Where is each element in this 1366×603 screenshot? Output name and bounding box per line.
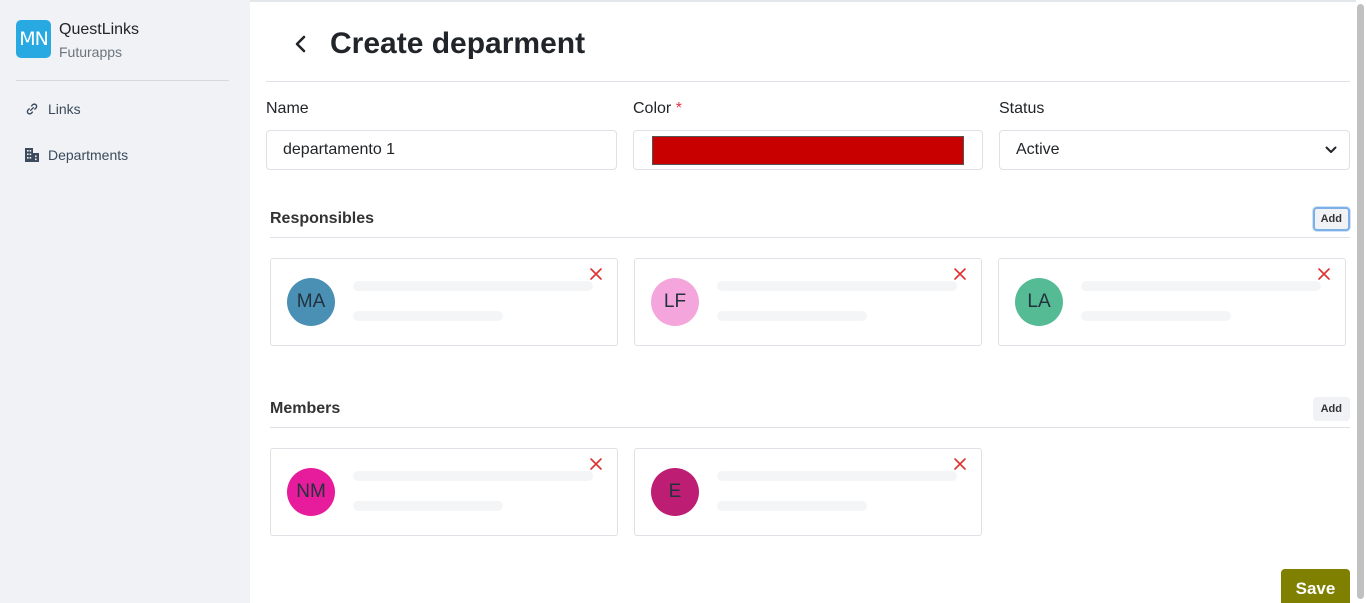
scrollbar[interactable] bbox=[1356, 0, 1366, 603]
close-icon[interactable] bbox=[589, 267, 603, 281]
redacted-name bbox=[353, 471, 593, 481]
responsible-card: MA bbox=[270, 258, 618, 346]
main-content: Create deparment Name departamento 1 Col… bbox=[266, 0, 1350, 603]
brand-name: QuestLinks bbox=[59, 21, 140, 38]
status-label: Status bbox=[999, 100, 1045, 117]
avatar: MA bbox=[287, 278, 335, 326]
back-button[interactable] bbox=[281, 24, 321, 64]
responsibles-title: Responsibles bbox=[270, 210, 375, 227]
page-header: Create deparment bbox=[266, 22, 585, 66]
brand-org: Futurapps bbox=[59, 44, 123, 60]
sidebar-item-label: Departments bbox=[48, 147, 129, 163]
header-divider bbox=[266, 81, 1350, 82]
avatar: E bbox=[651, 468, 699, 516]
sidebar-item-label: Links bbox=[48, 101, 81, 117]
status-select[interactable]: Active bbox=[999, 130, 1350, 170]
members-header: Members Add bbox=[270, 396, 1350, 422]
close-icon[interactable] bbox=[1317, 267, 1331, 281]
sidebar-item-departments[interactable]: Departments bbox=[24, 147, 128, 163]
member-card: NM bbox=[270, 448, 618, 536]
avatar: NM bbox=[287, 468, 335, 516]
member-card: E bbox=[634, 448, 982, 536]
close-icon[interactable] bbox=[953, 457, 967, 471]
name-input[interactable]: departamento 1 bbox=[266, 130, 617, 170]
status-field-group: Status Active bbox=[999, 100, 1350, 170]
brand-logo: MN bbox=[16, 20, 51, 58]
responsible-card: LF bbox=[634, 258, 982, 346]
redacted-name bbox=[353, 281, 593, 291]
members-title: Members bbox=[270, 400, 341, 417]
scrollbar-thumb[interactable] bbox=[1357, 4, 1364, 599]
chevron-left-icon bbox=[295, 35, 306, 53]
redacted-email bbox=[717, 311, 867, 321]
members-divider bbox=[270, 427, 1350, 428]
brand[interactable]: MN QuestLinks Futurapps bbox=[16, 20, 139, 64]
add-responsible-button[interactable]: Add bbox=[1312, 207, 1350, 231]
avatar: LF bbox=[651, 278, 699, 326]
responsibles-header: Responsibles Add bbox=[270, 206, 1350, 232]
avatar: LA bbox=[1015, 278, 1063, 326]
color-label: Color * bbox=[633, 100, 983, 118]
color-label-text: Color bbox=[633, 100, 672, 117]
link-icon bbox=[24, 101, 40, 117]
responsible-card: LA bbox=[998, 258, 1346, 346]
page-title: Create deparment bbox=[330, 27, 586, 60]
name-label: Name bbox=[266, 100, 309, 117]
redacted-email bbox=[353, 501, 503, 511]
redacted-email bbox=[717, 501, 867, 511]
sidebar: MN QuestLinks Futurapps Links Department… bbox=[0, 0, 250, 603]
redacted-email bbox=[353, 311, 503, 321]
responsibles-divider bbox=[270, 237, 1350, 238]
status-select-value: Active bbox=[1016, 141, 1060, 158]
color-picker[interactable] bbox=[633, 130, 983, 170]
add-member-button[interactable]: Add bbox=[1312, 397, 1350, 421]
brand-text: QuestLinks Futurapps bbox=[59, 20, 139, 64]
required-mark: * bbox=[675, 100, 682, 117]
redacted-name bbox=[1081, 281, 1321, 291]
sidebar-divider bbox=[16, 80, 229, 81]
name-field-group: Name departamento 1 bbox=[266, 100, 617, 170]
color-field-group: Color * bbox=[633, 100, 983, 170]
close-icon[interactable] bbox=[953, 267, 967, 281]
chevron-down-icon bbox=[1325, 146, 1337, 153]
save-button[interactable]: Save bbox=[1281, 569, 1350, 603]
redacted-name bbox=[717, 281, 957, 291]
redacted-email bbox=[1081, 311, 1231, 321]
building-icon bbox=[24, 147, 40, 163]
close-icon[interactable] bbox=[589, 457, 603, 471]
color-swatch[interactable] bbox=[652, 135, 964, 165]
app-root: MN QuestLinks Futurapps Links Department… bbox=[0, 0, 1366, 603]
redacted-name bbox=[717, 471, 957, 481]
name-input-value: departamento 1 bbox=[283, 141, 396, 158]
sidebar-item-links[interactable]: Links bbox=[24, 101, 81, 117]
